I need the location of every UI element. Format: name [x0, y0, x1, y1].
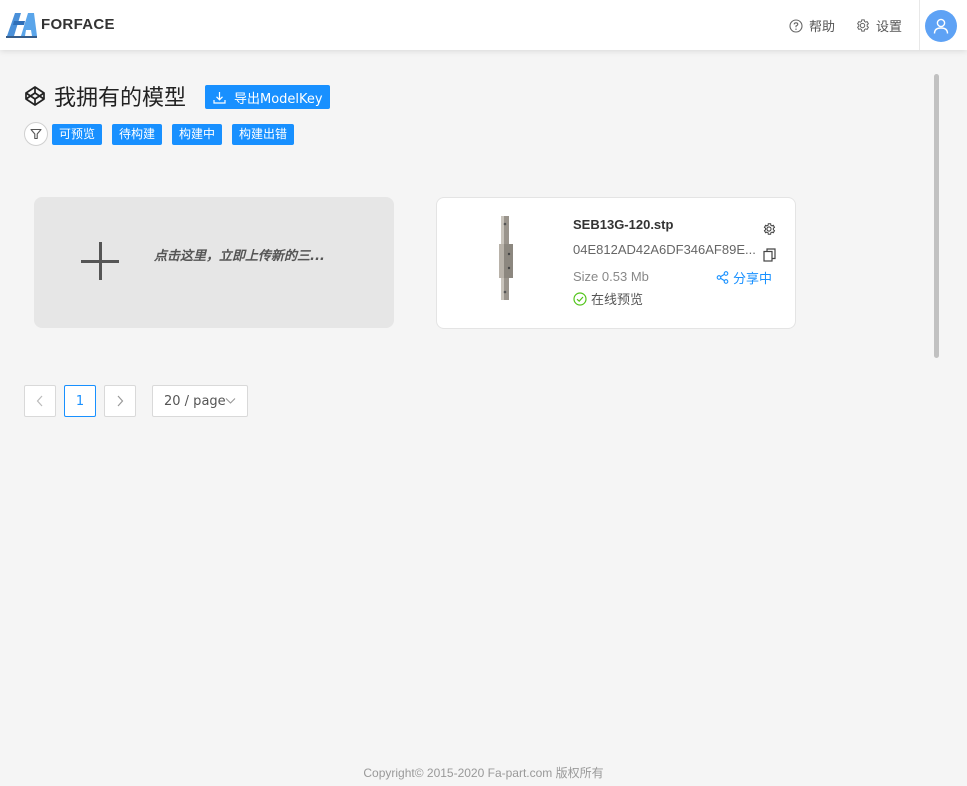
filter-button[interactable]: [24, 122, 48, 146]
filter-tag-previewable[interactable]: 可预览: [52, 124, 103, 145]
model-status[interactable]: 在线预览: [573, 289, 643, 308]
filter-icon: [30, 128, 42, 140]
copy-icon[interactable]: [763, 248, 776, 262]
logo[interactable]: [5, 10, 38, 40]
model-status-label: 在线预览: [591, 293, 644, 308]
user-avatar[interactable]: [925, 10, 957, 42]
model-hash: 04E812AD42A6DF346AF89E...: [573, 242, 756, 257]
filter-tag-building[interactable]: 构建中: [172, 124, 223, 145]
vertical-scrollbar[interactable]: [934, 74, 939, 358]
check-circle-icon: [573, 291, 587, 306]
page-size-value: 20 / page: [164, 393, 226, 409]
model-thumbnail[interactable]: [495, 214, 523, 302]
top-header: FORFACE 帮助 设置: [0, 0, 967, 50]
help-label: 帮助: [809, 20, 836, 35]
share-icon: [716, 271, 729, 284]
codepen-icon: [25, 86, 45, 106]
share-label: 分享中: [733, 272, 773, 287]
chevron-right-icon: [117, 395, 124, 407]
brand-name[interactable]: FORFACE: [41, 16, 115, 33]
gear-icon: [856, 19, 870, 32]
chevron-left-icon: [36, 395, 43, 407]
page-size-select[interactable]: 20 / page: [152, 385, 248, 417]
filter-tag-build-error[interactable]: 构建出错: [232, 124, 295, 145]
settings-link[interactable]: 设置: [855, 16, 902, 35]
model-size: Size 0.53 Mb: [573, 269, 649, 284]
user-icon: [933, 18, 949, 34]
help-link[interactable]: 帮助: [789, 16, 835, 35]
plus-icon: [81, 242, 119, 280]
pagination-next-button[interactable]: [104, 385, 136, 417]
pagination-page-1[interactable]: 1: [64, 385, 96, 417]
upload-card[interactable]: 点击这里，立即上传新的三...: [34, 197, 394, 328]
filter-tag-pending-build[interactable]: 待构建: [112, 124, 163, 145]
model-card[interactable]: SEB13G-120.stp 04E812AD42A6DF346AF89E...…: [436, 197, 796, 329]
export-modelkey-button[interactable]: 导出ModelKey: [205, 85, 330, 109]
page-title-row: 我拥有的模型: [24, 80, 186, 112]
model-name[interactable]: SEB13G-120.stp: [573, 217, 673, 232]
help-icon: [789, 18, 803, 33]
upload-label: 点击这里，立即上传新的三...: [154, 249, 325, 264]
footer-copyright: Copyright© 2015-2020 Fa-part.com 版权所有: [363, 766, 604, 780]
header-divider: [919, 0, 920, 50]
pagination-prev-button[interactable]: [24, 385, 56, 417]
chevron-down-icon: [225, 398, 236, 404]
share-link[interactable]: 分享中: [716, 268, 772, 287]
page-title: 我拥有的模型: [54, 86, 187, 111]
export-modelkey-label: 导出ModelKey: [234, 91, 323, 107]
download-icon: [213, 91, 226, 104]
settings-label: 设置: [876, 20, 903, 35]
model-settings-gear-icon[interactable]: [762, 222, 776, 236]
